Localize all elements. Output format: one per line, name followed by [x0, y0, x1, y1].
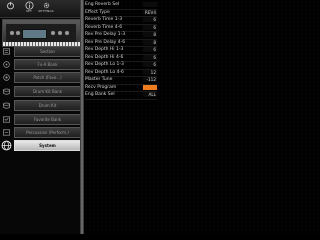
category-row-percussion: Percussion (Perform.)	[1, 127, 81, 138]
param-name: Effect Type	[85, 9, 110, 15]
drum-kit-icon	[1, 100, 12, 111]
category-row-system: System	[1, 140, 81, 151]
category-button-system[interactable]: System	[14, 140, 81, 151]
param-row[interactable]: Effect Type REV4	[85, 9, 157, 17]
param-value[interactable]: 6	[143, 62, 157, 67]
param-row[interactable]: Reverb Time 1-3 6	[85, 17, 157, 25]
set-label: SET	[26, 9, 32, 13]
synth-lcd-screen	[22, 29, 47, 39]
param-row[interactable]: Rev Depth Lo 4-6 12	[85, 69, 157, 77]
param-name: Rev Depth Hi 1-3	[85, 47, 124, 52]
param-row[interactable]: Rev Depth Hi 1-3 6	[85, 47, 157, 55]
param-row[interactable]: Rev Pre Delay 4-6 8	[85, 39, 157, 47]
category-button-section[interactable]: Section	[14, 46, 81, 57]
synth-knob	[15, 30, 21, 36]
percussion-icon	[1, 127, 12, 138]
param-value[interactable]: 8	[143, 39, 157, 45]
set-button[interactable]: SET	[22, 1, 36, 16]
param-value[interactable]: 6	[143, 17, 157, 22]
param-row[interactable]: Master Tune -112	[85, 77, 157, 85]
category-button-drum-kit[interactable]: Drum Kit	[14, 100, 81, 111]
category-row-section: Section	[1, 46, 81, 57]
param-row[interactable]: Recv Program	[85, 84, 157, 92]
power-button[interactable]	[4, 1, 16, 16]
param-value[interactable]	[143, 2, 157, 7]
param-value[interactable]: 8	[143, 32, 157, 37]
synth-knob	[50, 30, 56, 36]
param-name: Recv Program	[85, 84, 117, 90]
param-name: Eng Reverb Sel	[85, 2, 120, 7]
param-row[interactable]: Eng Reverb Sel	[85, 2, 157, 10]
param-name: Rev Depth Lo 1-3	[85, 62, 124, 67]
param-value[interactable]: 12	[143, 69, 157, 75]
param-value[interactable]: 6	[143, 24, 157, 30]
param-toggle-orange[interactable]	[143, 84, 157, 90]
param-name: Rev Depth Hi 4-6	[85, 54, 124, 60]
param-value[interactable]: ALL	[143, 92, 157, 97]
drum-bank-icon	[1, 86, 12, 97]
fx-bank-icon	[1, 59, 12, 70]
param-value[interactable]: REV4	[143, 9, 157, 15]
param-name: Master Tune	[85, 77, 113, 82]
category-row-favorite-bank: Favorite Bank	[1, 114, 81, 125]
settings-button[interactable]: SETTINGS	[36, 1, 56, 16]
param-name: Rev Depth Lo 4-6	[85, 69, 124, 75]
synth-front-panel	[6, 24, 76, 43]
param-row[interactable]: Rev Depth Lo 1-3 6	[85, 62, 157, 70]
patch-icon	[1, 72, 12, 83]
category-button-patch[interactable]: Patch (Favo...)	[14, 72, 81, 83]
category-button-percussion[interactable]: Percussion (Perform.)	[14, 127, 81, 138]
synth-knob	[57, 30, 63, 36]
param-value[interactable]: 6	[143, 47, 157, 52]
power-icon	[4, 1, 16, 10]
param-name: Rev Pre Delay 1-3	[85, 32, 126, 37]
category-button-fx-bank[interactable]: Fx-A Bank	[14, 59, 81, 70]
section-icon	[1, 46, 12, 57]
param-name: Reverb Time 4-6	[85, 24, 123, 30]
param-row[interactable]: Rev Depth Hi 4-6 6	[85, 54, 157, 62]
favorite-bank-icon	[1, 114, 12, 125]
param-value[interactable]: -112	[143, 77, 157, 82]
param-row[interactable]: Eng Bank Sel ALL	[85, 92, 157, 100]
synth-knob	[64, 30, 70, 36]
system-globe-icon	[1, 140, 12, 151]
top-toolbar: SET SETTINGS	[0, 0, 80, 18]
category-row-drum-bank: Drum Kit Bank	[1, 86, 81, 97]
param-row[interactable]: Rev Pre Delay 1-3 8	[85, 32, 157, 40]
param-name: Eng Bank Sel	[85, 92, 115, 97]
category-row-fx-bank: Fx-A Bank	[1, 59, 81, 70]
synth-device-image	[2, 19, 81, 47]
category-button-favorite-bank[interactable]: Favorite Bank	[14, 114, 81, 125]
param-name: Rev Pre Delay 4-6	[85, 39, 126, 45]
param-name: Reverb Time 1-3	[85, 17, 123, 22]
settings-label: SETTINGS	[38, 9, 54, 13]
category-row-patch: Patch (Favo...)	[1, 72, 81, 83]
param-row[interactable]: Reverb Time 4-6 6	[85, 24, 157, 32]
left-panel: SET SETTINGS Section Fx-A Bank Patch (Fa…	[0, 0, 81, 234]
category-button-drum-bank[interactable]: Drum Kit Bank	[14, 86, 81, 97]
panel-divider[interactable]	[80, 0, 84, 234]
category-row-drum-kit: Drum Kit	[1, 100, 81, 111]
param-value[interactable]: 6	[143, 54, 157, 60]
parameter-list: Eng Reverb Sel Effect Type REV4 Reverb Ti…	[85, 2, 157, 100]
